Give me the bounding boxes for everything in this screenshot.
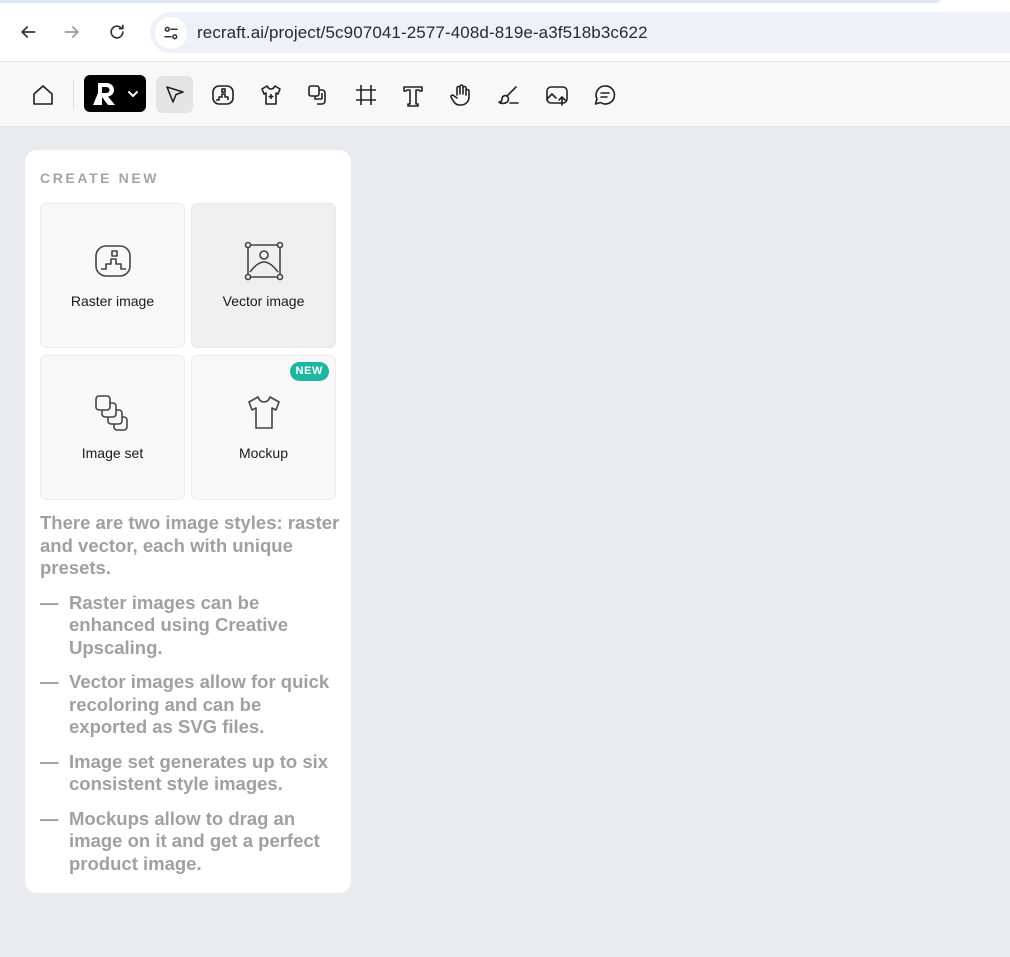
raster-image-icon xyxy=(93,241,133,281)
image-set-card[interactable]: Image set xyxy=(40,355,185,500)
hand-tool-button[interactable] xyxy=(442,76,479,113)
image-set-label: Image set xyxy=(81,445,144,461)
text-tool-button[interactable] xyxy=(394,76,431,113)
bullet-dash: — xyxy=(40,591,59,613)
bullet-text: Raster images can be enhanced using Crea… xyxy=(69,591,288,658)
select-tool-button[interactable] xyxy=(156,76,193,113)
comment-tool-button[interactable] xyxy=(586,76,623,113)
raster-image-card[interactable]: Raster image xyxy=(40,203,185,348)
forward-button[interactable] xyxy=(56,16,88,48)
info-bullet: — Raster images can be enhanced using Cr… xyxy=(40,592,340,660)
recraft-logo-icon xyxy=(93,82,115,105)
reload-button[interactable] xyxy=(101,16,133,48)
reload-icon xyxy=(110,24,124,39)
brand-menu-button[interactable] xyxy=(84,75,146,112)
create-new-panel: CREATE NEW Raster image Vector image Ima… xyxy=(25,150,351,893)
info-bullet: — Image set generates up to six consiste… xyxy=(40,751,340,796)
text-icon xyxy=(402,85,423,107)
arrow-right-icon xyxy=(64,26,79,38)
upload-image-icon xyxy=(545,85,568,106)
bullet-text: Mockups allow to drag an image on it and… xyxy=(69,807,320,874)
site-info-button[interactable] xyxy=(155,16,187,49)
chevron-down-icon xyxy=(128,90,138,97)
frame-icon xyxy=(355,84,376,105)
new-badge: NEW xyxy=(289,362,329,381)
home-button[interactable] xyxy=(24,76,61,113)
mockup-icon xyxy=(260,84,281,105)
bullet-dash: — xyxy=(40,750,59,772)
panel-title: CREATE NEW xyxy=(40,170,160,186)
hand-icon xyxy=(449,83,470,106)
browser-toolbar: recraft.ai/project/5c907041-2577-408d-81… xyxy=(0,0,1010,62)
browser-tab-strip xyxy=(0,0,940,3)
toolbar-divider xyxy=(73,80,74,110)
bullet-text: Image set generates up to six consistent… xyxy=(69,750,329,795)
bullet-dash: — xyxy=(40,807,59,829)
brush-tool-button[interactable] xyxy=(490,76,527,113)
mockup-tool-button[interactable] xyxy=(252,76,289,113)
address-bar[interactable]: recraft.ai/project/5c907041-2577-408d-81… xyxy=(150,12,1010,53)
vector-image-icon xyxy=(244,241,284,281)
brush-icon xyxy=(497,85,519,104)
tshirt-icon xyxy=(244,393,284,433)
raster-tool-button[interactable] xyxy=(204,76,241,113)
bullet-text: Vector images allow for quick recoloring… xyxy=(69,671,330,737)
image-set-icon xyxy=(307,84,326,105)
back-button[interactable] xyxy=(12,16,44,48)
info-bullet: — Mockups allow to drag an image on it a… xyxy=(40,808,340,876)
mockup-card[interactable]: NEW Mockup xyxy=(191,355,336,500)
frame-tool-button[interactable] xyxy=(347,76,384,113)
info-intro: There are two image styles: raster and v… xyxy=(40,512,340,578)
home-icon xyxy=(32,84,53,105)
info-bullet: — Vector images allow for quick recolori… xyxy=(40,671,340,739)
url-text[interactable]: recraft.ai/project/5c907041-2577-408d-81… xyxy=(197,23,648,43)
app-toolbar xyxy=(0,62,1010,127)
image-set-icon xyxy=(93,393,133,433)
upload-tool-button[interactable] xyxy=(538,76,575,113)
styles-info: There are two image styles: raster and v… xyxy=(40,512,340,887)
select-icon xyxy=(165,85,184,103)
raster-image-label: Raster image xyxy=(70,293,155,309)
raster-image-icon xyxy=(211,84,234,105)
tune-icon xyxy=(164,26,178,39)
vector-image-card[interactable]: Vector image xyxy=(191,203,336,348)
vector-image-label: Vector image xyxy=(222,293,305,309)
comment-icon xyxy=(594,84,615,105)
bullet-dash: — xyxy=(40,671,59,692)
mockup-label: Mockup xyxy=(238,445,289,461)
image-set-tool-button[interactable] xyxy=(299,76,336,113)
arrow-left-icon xyxy=(21,26,36,38)
